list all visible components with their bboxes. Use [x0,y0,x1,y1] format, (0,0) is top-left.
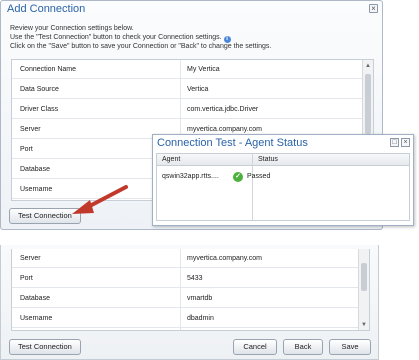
setting-value: My Vertica [187,66,220,73]
column-divider [180,249,181,330]
table-row[interactable]: qswin32app.rtts.... ✓ Passed [157,172,409,186]
setting-value: Vertica [187,86,209,93]
instructions: Review your Connection settings below. U… [10,25,271,51]
setting-label: Server [20,255,41,262]
close-icon[interactable]: × [401,138,410,147]
maximize-icon[interactable]: □ [390,138,399,147]
dialog-title: Add Connection [7,3,86,15]
scroll-up-icon[interactable]: ▲ [365,63,371,69]
grid-scrollbar[interactable]: ▼ [358,249,369,330]
setting-label: Username [20,186,53,193]
setting-value: com.vertica.jdbc.Driver [187,106,259,113]
column-header-agent[interactable]: Agent [162,156,180,163]
popup-title: Connection Test - Agent Status [157,137,308,149]
setting-value: 5433 [187,275,203,282]
setting-label: Port [20,275,33,282]
scrollbar-thumb[interactable] [361,263,367,291]
settings-row: Driver Class com.vertica.jdbc.Driver [12,100,364,119]
save-button[interactable]: Save [329,339,371,355]
setting-label: Database [20,166,50,173]
setting-value: vmartdb [187,295,213,302]
column-divider [252,154,253,220]
scroll-down-icon[interactable]: ▼ [361,322,367,328]
table-header: Agent Status [157,154,409,166]
close-icon[interactable]: × [369,4,378,13]
add-connection-dialog-scrolled: Server myvertica.company.com Port 5433 D… [0,245,379,360]
settings-row: Username dbadmin [12,309,360,328]
instruction-line-2-text: Use the "Test Connection" button to chec… [10,33,222,41]
instruction-line-2: Use the "Test Connection" button to chec… [10,34,271,43]
column-header-status[interactable]: Status [258,156,278,163]
settings-row: Connection Name My Vertica [12,60,364,79]
setting-label: Database [20,295,50,302]
settings-row: Server myvertica.company.com [12,249,360,268]
instruction-line-3: Click on the "Save" button to save your … [10,42,272,50]
agent-status-table: Agent Status qswin32app.rtts.... ✓ Passe… [156,153,410,221]
setting-label: Port [20,146,33,153]
setting-label: Data Source [20,86,59,93]
info-icon[interactable]: i [223,35,231,43]
settings-row: Database vmartdb [12,289,360,308]
cancel-button[interactable]: Cancel [233,339,277,355]
check-circle-icon: ✓ [233,172,243,182]
test-connection-button[interactable]: Test Connection [9,339,81,355]
setting-label: Server [20,126,41,133]
setting-value: myvertica.company.com [187,255,262,262]
agent-name: qswin32app.rtts.... [162,173,219,180]
settings-row: Data Source Vertica [12,80,364,99]
setting-value: dbadmin [187,315,214,322]
setting-label: Username [20,315,53,322]
status-text: Passed [247,173,271,180]
arrow-icon [72,185,128,214]
agent-status-popup: Connection Test - Agent Status □ × Agent … [152,134,414,226]
instruction-line-1: Review your Connection settings below. [10,25,134,32]
popup-window-controls: □ × [388,138,410,147]
setting-value: myvertica.company.com [187,126,262,133]
settings-row: Port 5433 [12,269,360,288]
setting-label: Connection Name [20,66,77,73]
scrollbar-thumb[interactable] [365,74,371,134]
setting-label: Driver Class [20,106,59,113]
back-button[interactable]: Back [283,339,323,355]
connection-settings-grid: Server myvertica.company.com Port 5433 D… [11,249,370,331]
